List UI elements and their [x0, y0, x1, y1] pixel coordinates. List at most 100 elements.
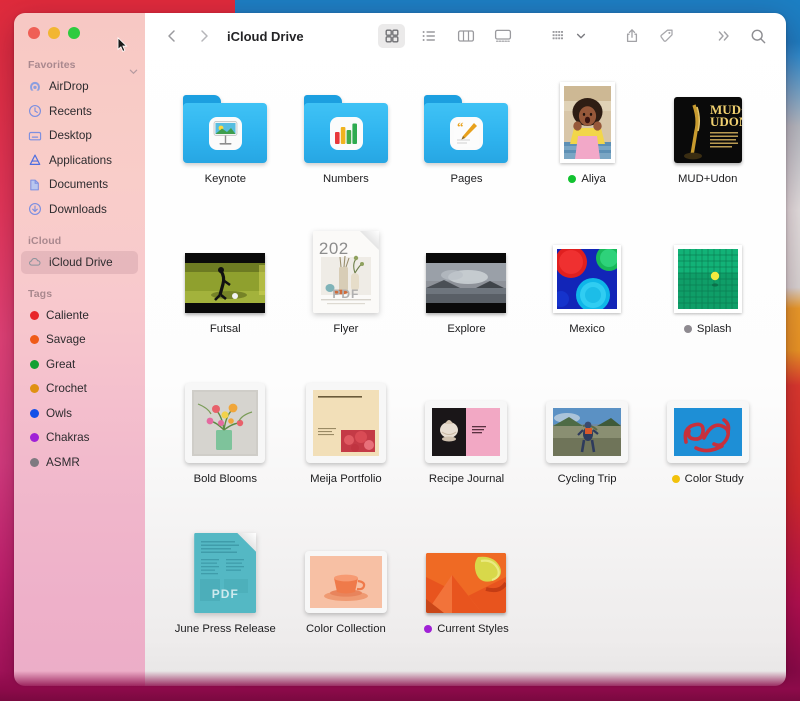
- sidebar-item-applications[interactable]: Applications: [21, 149, 138, 172]
- file-item-keynote[interactable]: Keynote: [165, 73, 286, 223]
- file-name: MUD+Udon: [678, 172, 737, 186]
- sidebar-item-tag-asmr[interactable]: ASMR: [21, 451, 138, 474]
- file-item-aliya[interactable]: Aliya: [527, 73, 648, 223]
- file-name-text: Futsal: [209, 323, 241, 335]
- file-name-text: Recipe Journal: [428, 473, 505, 485]
- file-item-color-collection[interactable]: Color Collection: [286, 523, 407, 673]
- file-item-mud-udon[interactable]: MUD+ UDON: [647, 73, 768, 223]
- sidebar-item-tag-owls[interactable]: Owls: [21, 402, 138, 425]
- file-name-text: Bold Blooms: [193, 473, 257, 485]
- sidebar-item-downloads[interactable]: Downloads: [21, 198, 138, 221]
- file-name-text: Flyer: [333, 323, 359, 335]
- file-item-june-press-release[interactable]: PDF June Press Release: [165, 523, 286, 673]
- file-tag-dot: [671, 475, 680, 483]
- sidebar-item-label: iCloud Drive: [49, 255, 113, 269]
- photo-thumbnail: [553, 245, 622, 313]
- tag-icon: [659, 29, 673, 42]
- file-item-current-styles[interactable]: Current Styles: [406, 523, 527, 673]
- file-thumbnail: [666, 379, 749, 463]
- search-button[interactable]: [745, 24, 772, 48]
- image-thumbnail: [426, 553, 507, 613]
- file-item-pages[interactable]: “ Pages: [406, 73, 527, 223]
- list-view-button[interactable]: [415, 24, 442, 48]
- sidebar-item-tag-chakras[interactable]: Chakras: [21, 426, 138, 449]
- file-name: Current Styles: [424, 622, 509, 636]
- airdrop-icon: [30, 81, 40, 91]
- file-thumbnail: [305, 379, 386, 463]
- document-thumbnail: [546, 401, 629, 463]
- group-by-button[interactable]: [546, 24, 573, 48]
- file-name-text: Explore: [447, 323, 486, 335]
- sidebar-item-label: Crochet: [46, 382, 87, 395]
- file-item-recipe-journal[interactable]: Recipe Journal: [406, 373, 527, 523]
- sidebar-item-tag-great[interactable]: Great: [21, 353, 138, 376]
- file-item-futsal[interactable]: Futsal: [165, 223, 286, 373]
- chevron-right-icon: [201, 30, 208, 42]
- sidebar-item-documents[interactable]: Documents: [21, 173, 138, 196]
- forward-button[interactable]: [193, 25, 215, 47]
- clock-icon: [29, 105, 41, 117]
- file-name-text: Cycling Trip: [557, 473, 617, 485]
- file-tag-dot: [568, 175, 577, 183]
- file-item-bold-blooms[interactable]: Bold Blooms: [165, 373, 286, 523]
- more-button[interactable]: [710, 24, 737, 48]
- sidebar-item-tag-crochet[interactable]: Crochet: [21, 377, 138, 400]
- file-name: Pages: [450, 172, 482, 186]
- gallery-view-button[interactable]: [489, 24, 516, 48]
- desktop-icon: [28, 131, 42, 140]
- group-by-dropdown[interactable]: [573, 24, 588, 48]
- file-item-splash[interactable]: Splash: [647, 223, 768, 373]
- file-item-cycling-trip[interactable]: Cycling Trip: [527, 373, 648, 523]
- downloads-icon: [29, 203, 41, 215]
- file-name-text: Numbers: [322, 173, 369, 185]
- file-item-explore[interactable]: Explore: [406, 223, 527, 373]
- sidebar-section-favorites: Favorites: [28, 59, 76, 71]
- file-item-meija-portfolio[interactable]: Meija Portfolio: [286, 373, 407, 523]
- group-by-icon: [552, 31, 563, 40]
- file-item-numbers[interactable]: Numbers: [286, 73, 407, 223]
- finder-window: Favorites AirDrop Recents Desktop Applic…: [14, 13, 786, 686]
- tag-button[interactable]: [653, 24, 680, 48]
- back-button[interactable]: [161, 25, 183, 47]
- sidebar-item-tag-savage[interactable]: Savage: [21, 328, 138, 351]
- color-study-art: [673, 408, 742, 456]
- file-thumbnail: [303, 79, 388, 163]
- icon-view-button[interactable]: [378, 24, 405, 48]
- pdf-badge-text: PDF: [332, 287, 360, 301]
- close-button[interactable]: [28, 27, 40, 39]
- chevron-down-icon[interactable]: [129, 67, 138, 76]
- file-name-text: Mexico: [569, 323, 605, 335]
- numbers-app-icon: [329, 117, 363, 150]
- sidebar-item-airdrop[interactable]: AirDrop: [21, 75, 138, 98]
- file-name: Flyer: [333, 322, 358, 336]
- pdf-year-text: 202: [318, 239, 349, 258]
- minimize-button[interactable]: [48, 27, 60, 39]
- file-item-mexico[interactable]: Mexico: [527, 223, 648, 373]
- file-thumbnail: [546, 379, 629, 463]
- file-name: June Press Release: [175, 622, 276, 636]
- share-icon: [626, 29, 637, 43]
- mexico-circles-art: [557, 249, 618, 309]
- file-thumbnail: [304, 529, 387, 613]
- file-item-flyer[interactable]: 202 PDF Flyer: [286, 223, 407, 373]
- file-name-text: Keynote: [204, 173, 247, 185]
- svg-text:“: “: [457, 119, 464, 134]
- share-button[interactable]: [618, 24, 645, 48]
- column-view-button[interactable]: [452, 24, 479, 48]
- gallery-icon: [494, 29, 511, 42]
- file-name: Numbers: [323, 172, 369, 186]
- file-name: Color Collection: [306, 622, 386, 636]
- zoom-button[interactable]: [68, 27, 80, 39]
- file-name-text: Pages: [450, 173, 483, 185]
- recipe-journal-art: [432, 408, 501, 456]
- file-item-color-study[interactable]: Color Study: [647, 373, 768, 523]
- sidebar-item-tag-caliente[interactable]: Caliente: [21, 304, 138, 327]
- search-icon: [751, 29, 766, 43]
- document-thumbnail: [666, 401, 749, 463]
- sidebar-item-desktop[interactable]: Desktop: [21, 124, 138, 147]
- sidebar-item-recents[interactable]: Recents: [21, 100, 138, 123]
- pdf-badge-text: PDF: [211, 587, 239, 601]
- tag-dot-icon: [30, 359, 39, 369]
- sidebar-item-icloud-drive[interactable]: iCloud Drive: [21, 250, 138, 274]
- columns-icon: [457, 30, 474, 42]
